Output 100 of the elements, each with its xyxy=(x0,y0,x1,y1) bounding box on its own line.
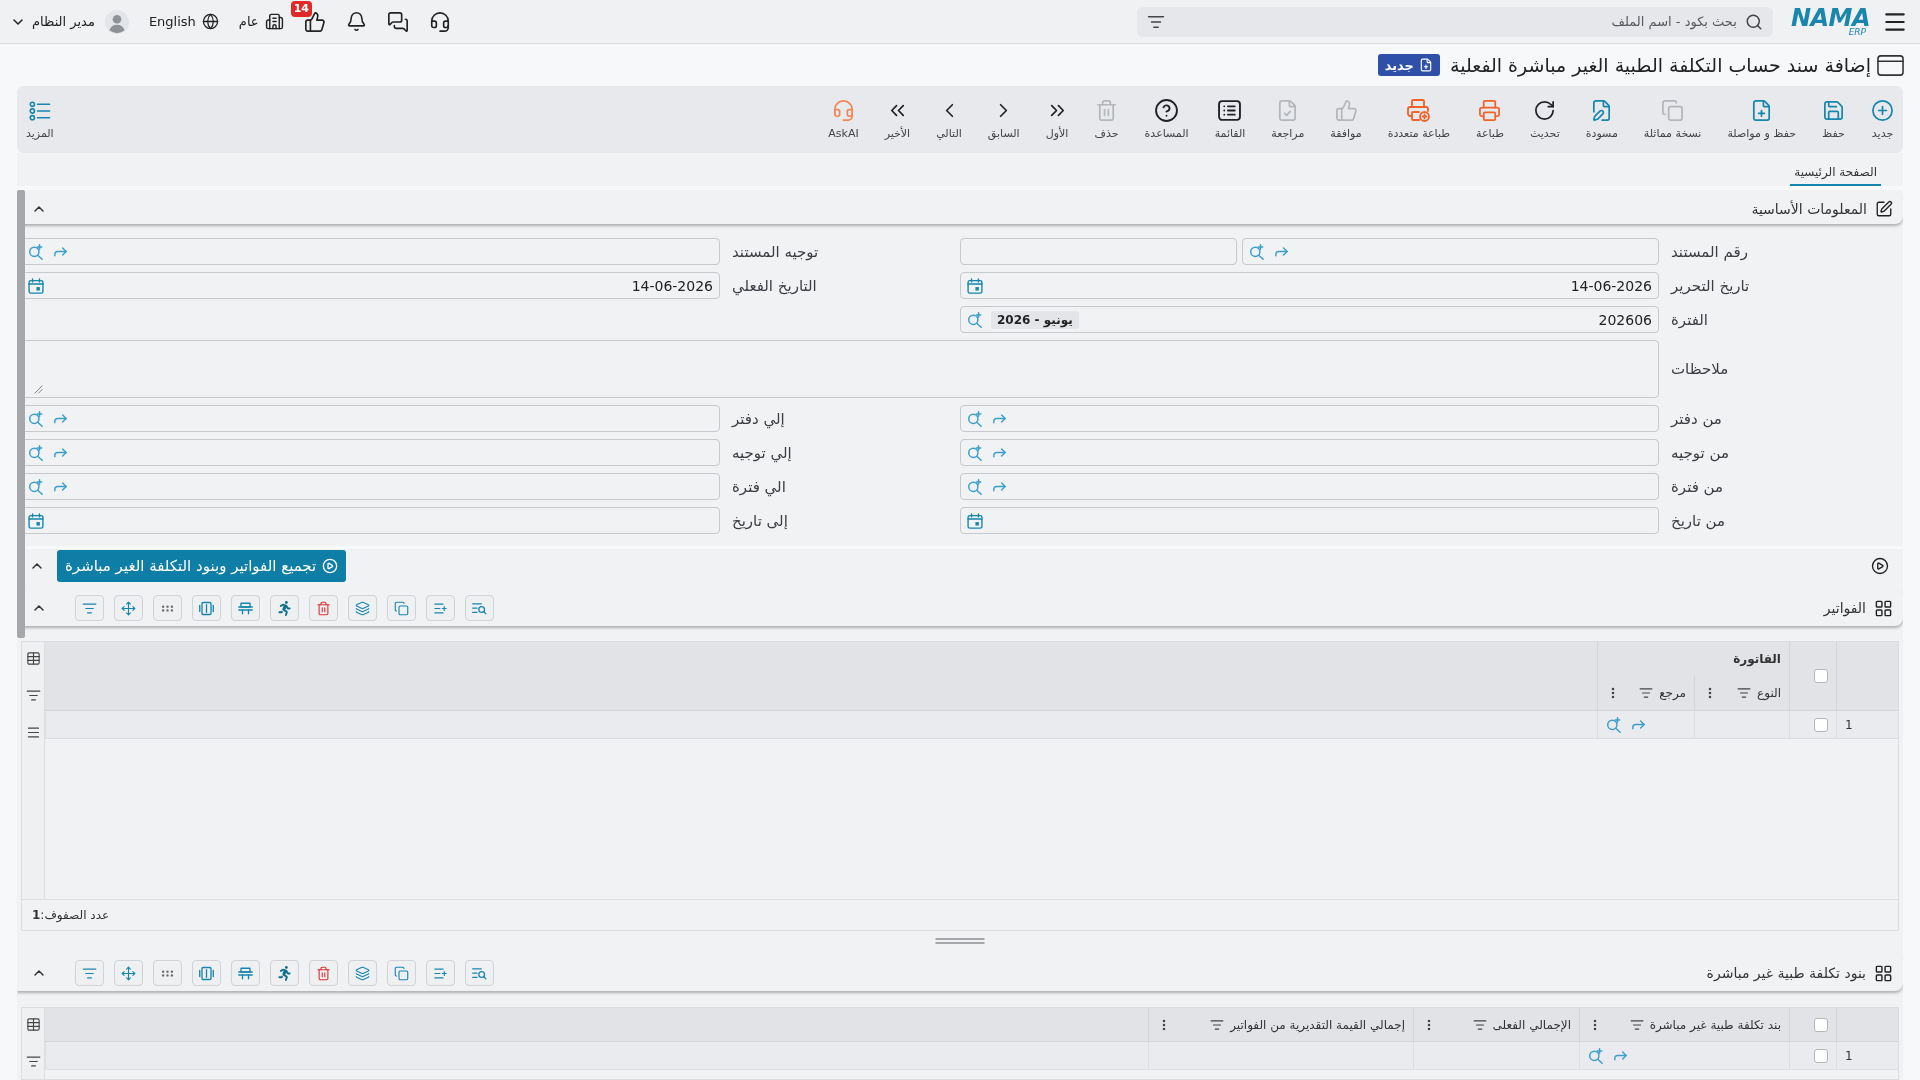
calendar-icon[interactable] xyxy=(967,512,983,529)
search-field[interactable]: بحث بكود - اسم الملف xyxy=(1136,6,1773,37)
grid-tool-button[interactable] xyxy=(75,595,104,621)
save-button[interactable]: حفظ xyxy=(1819,95,1848,144)
grid-tool-button[interactable] xyxy=(114,960,143,986)
grid-tool-button[interactable] xyxy=(231,595,260,621)
calendar-icon[interactable] xyxy=(967,277,983,294)
collect-button[interactable]: تجميع الفواتير وبنود التكلفة الغير مباشرة xyxy=(57,549,347,582)
splitter-handle[interactable] xyxy=(935,937,985,945)
filter-icon[interactable] xyxy=(25,688,41,703)
lookup-field[interactable] xyxy=(960,439,1659,466)
grid-tool-button[interactable] xyxy=(231,960,260,986)
next-button[interactable]: التالي xyxy=(933,95,965,144)
running-person-icon xyxy=(277,600,292,616)
lookup-field[interactable] xyxy=(960,405,1659,432)
grid-tool-button[interactable] xyxy=(75,960,104,986)
text-field[interactable] xyxy=(960,238,1237,265)
play-circle-icon[interactable] xyxy=(1871,556,1889,575)
search-plus-icon[interactable] xyxy=(28,444,44,461)
filter-icon[interactable] xyxy=(25,1054,41,1069)
checkbox[interactable] xyxy=(1814,717,1828,732)
chat-icon[interactable] xyxy=(386,10,409,33)
grid-tool-button[interactable] xyxy=(348,595,377,621)
table-icon[interactable] xyxy=(25,1017,41,1032)
search-plus-icon[interactable] xyxy=(1588,1047,1604,1064)
field-label: إلى تاريخ xyxy=(731,511,789,530)
checkbox[interactable] xyxy=(1814,1017,1828,1032)
grid-tool-button[interactable] xyxy=(465,960,494,986)
grid-tool-button[interactable] xyxy=(426,595,455,621)
grid-tool-button[interactable] xyxy=(348,960,377,986)
grid-tool-button[interactable] xyxy=(309,960,338,986)
search-plus-icon[interactable] xyxy=(28,243,44,260)
grid-tool-button[interactable] xyxy=(270,960,299,986)
grid-tool-button[interactable] xyxy=(270,595,299,621)
grid-tool-button[interactable] xyxy=(465,595,494,621)
table-icon[interactable] xyxy=(25,651,41,666)
search-plus-icon[interactable] xyxy=(1606,716,1622,733)
grid-tool-button[interactable] xyxy=(387,595,416,621)
company-selector[interactable]: عام xyxy=(238,12,284,31)
field-label: إلي دفتر xyxy=(730,409,786,428)
headset-icon[interactable] xyxy=(428,10,451,33)
last-button[interactable]: الأخير xyxy=(881,95,914,144)
field-label: من دفتر xyxy=(1669,409,1723,428)
list-button[interactable]: القائمة xyxy=(1211,95,1249,144)
search-plus-icon[interactable] xyxy=(967,311,983,328)
lookup-field[interactable] xyxy=(1242,238,1659,265)
status-tag: جديد xyxy=(1377,54,1440,76)
search-plus-icon[interactable] xyxy=(28,478,44,495)
bell-icon[interactable] xyxy=(345,11,367,32)
grid-tool-button[interactable] xyxy=(114,595,143,621)
search-plus-icon[interactable] xyxy=(967,410,983,427)
filter-icon[interactable] xyxy=(1210,1017,1225,1032)
search-plus-icon[interactable] xyxy=(28,410,44,427)
table-rows-icon xyxy=(238,600,253,616)
field-label: إلي توجيه xyxy=(731,443,793,462)
scrollbar-thumb[interactable] xyxy=(17,190,25,638)
search-plus-icon[interactable] xyxy=(967,478,983,495)
grid-tool-button[interactable] xyxy=(387,960,416,986)
move-arrows-icon xyxy=(121,600,136,616)
previous-button[interactable]: السابق xyxy=(984,95,1023,144)
multi-print-button[interactable]: طباعة متعددة xyxy=(1384,95,1454,144)
grid-tool-button[interactable] xyxy=(309,595,338,621)
ask-ai-button[interactable]: AskAI xyxy=(825,95,862,144)
refresh-button[interactable]: تحديث xyxy=(1526,95,1563,144)
grid-tool-button[interactable] xyxy=(192,595,221,621)
first-button[interactable]: الأول xyxy=(1042,95,1072,144)
filter-icon[interactable] xyxy=(1472,1017,1487,1032)
user-menu[interactable]: مدير النظام xyxy=(10,13,95,30)
grid-tool-button[interactable] xyxy=(192,960,221,986)
print-button[interactable]: طباعة xyxy=(1473,95,1507,144)
calendar-icon[interactable] xyxy=(28,512,44,529)
save-continue-button[interactable]: حفظ و مواصلة xyxy=(1724,95,1799,144)
draft-button[interactable]: مسودة xyxy=(1582,95,1621,144)
help-button[interactable]: المساعدة xyxy=(1141,95,1192,144)
more-button[interactable]: المزيد xyxy=(23,95,57,144)
date-field[interactable]: 14-06-2026 xyxy=(960,272,1659,299)
resize-grip-icon[interactable] xyxy=(34,385,43,394)
lookup-field[interactable] xyxy=(960,473,1659,500)
list-icon xyxy=(1218,99,1242,122)
search-plus-icon[interactable] xyxy=(1249,243,1265,260)
calendar-icon[interactable] xyxy=(28,277,44,294)
filter-icon[interactable] xyxy=(1737,686,1751,700)
filter-icon[interactable] xyxy=(1629,1017,1644,1032)
checkbox[interactable] xyxy=(1814,1048,1828,1063)
menu-icon[interactable] xyxy=(25,725,41,740)
search-icon xyxy=(1744,12,1763,31)
checkbox[interactable] xyxy=(1814,669,1828,683)
grid-tool-button[interactable] xyxy=(426,960,455,986)
filter-icon[interactable] xyxy=(1639,686,1654,700)
thumbs-up-icon[interactable] xyxy=(303,10,326,33)
refresh-icon xyxy=(1533,99,1557,122)
date-field[interactable] xyxy=(960,507,1659,534)
grid-tool-button[interactable] xyxy=(153,595,182,621)
search-plus-icon[interactable] xyxy=(967,444,983,461)
grid-tool-button[interactable] xyxy=(153,960,182,986)
language-button[interactable]: English xyxy=(148,13,219,30)
field-label: من فترة xyxy=(1670,477,1725,496)
tab[interactable]: الصفحة الرئيسية xyxy=(1790,165,1881,186)
logo-subtitle: ERP xyxy=(1848,28,1866,37)
new-button[interactable]: جديد xyxy=(1868,95,1897,144)
